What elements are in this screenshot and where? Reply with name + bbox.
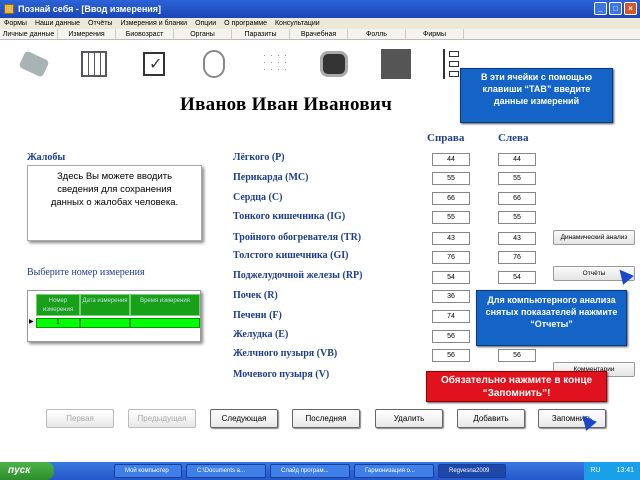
measurement-grid: ▶ Номер измерения Дата измерения Время и… [27, 290, 201, 342]
organ-label: Желчного пузыря (VB) [233, 348, 338, 359]
organ-label: Тройного обогревателя (TR) [233, 232, 362, 243]
tab-personal-data[interactable]: Личные данные [0, 29, 58, 39]
organ-label: Сердца (C) [233, 192, 283, 203]
parasites-icon[interactable] [258, 49, 290, 79]
column-left-header: Слева [498, 132, 529, 144]
menu-about[interactable]: О программе [224, 18, 267, 29]
grid-header-time: Время измерения [130, 294, 200, 316]
language-indicator[interactable]: RU [590, 462, 600, 480]
tab-voll[interactable]: Фолль [348, 29, 406, 39]
left-value-field[interactable]: 56 [498, 349, 536, 362]
left-value-field[interactable]: 55 [498, 211, 536, 224]
first-record-button[interactable]: Первая [46, 409, 114, 428]
organ-label: Почек (R) [233, 290, 278, 301]
tab-companies[interactable]: Фирмы [406, 29, 464, 39]
measurement-select-title: Выберите номер измерения [27, 267, 145, 278]
tab-parasites[interactable]: Паразиты [232, 29, 290, 39]
right-value-field[interactable]: 55 [432, 172, 470, 185]
last-record-button[interactable]: Последняя [292, 409, 360, 428]
reports-hint-callout: Для компьютерного анализа снятых показат… [476, 290, 627, 346]
grid-header-date: Дата измерения [80, 294, 130, 316]
complaints-title: Жалобы [27, 152, 66, 163]
right-value-field[interactable]: 43 [432, 232, 470, 245]
right-value-field[interactable]: 44 [432, 153, 470, 166]
organ-label: Лёгкого (P) [233, 152, 285, 163]
left-value-field[interactable]: 55 [498, 172, 536, 185]
right-value-field[interactable]: 76 [432, 251, 470, 264]
calendar-icon[interactable] [78, 49, 110, 79]
delete-button[interactable]: Удалить [375, 409, 443, 428]
right-value-field[interactable]: 56 [432, 330, 470, 343]
menu-forms[interactable]: Формы [4, 18, 27, 29]
row-selector-icon[interactable]: ▶ [29, 318, 35, 328]
minimize-button[interactable]: _ [594, 2, 607, 15]
save-hint-callout: Обязательно нажмите в конце “Запомнить”! [426, 371, 607, 402]
tab-measurements[interactable]: Измерения [58, 29, 116, 39]
right-value-field[interactable]: 74 [432, 310, 470, 323]
save-button[interactable]: Запомнить [538, 409, 606, 428]
dynamic-analysis-button[interactable]: Динамический анализ [553, 230, 635, 245]
organ-label: Тонкого кишечника (IG) [233, 211, 346, 222]
organ-label: Желудка (E) [233, 329, 289, 340]
menu-options[interactable]: Опции [195, 18, 216, 29]
menu-measurements[interactable]: Измерения и бланки [120, 18, 187, 29]
tab-hint-callout: В эти ячейки с помощью клавиши “TAB” вве… [460, 68, 613, 123]
menu-our-data[interactable]: Наши данные [35, 18, 80, 29]
menu-reports[interactable]: Отчёты [88, 18, 112, 29]
organ-label: Перикарда (МС) [233, 172, 309, 183]
right-value-field[interactable]: 55 [432, 211, 470, 224]
window-title: Познай себя - [Ввод измерения] [18, 4, 162, 14]
checklist-icon[interactable] [138, 49, 170, 79]
left-value-field[interactable]: 66 [498, 192, 536, 205]
organ-label: Печени (F) [233, 310, 282, 321]
organ-label: Поджелудочной железы (RP) [233, 270, 363, 281]
organ-label: Толстого кишечника (GI) [233, 250, 349, 261]
tab-organs[interactable]: Органы [174, 29, 232, 39]
organ-label: Мочевого пузыря (V) [233, 369, 330, 380]
grid-cell-number[interactable]: 1 [36, 318, 80, 328]
right-value-field[interactable]: 66 [432, 192, 470, 205]
taskbar: пуск Мой компьютер C:\Documents a... Сла… [0, 462, 640, 480]
usb-drive-icon[interactable] [18, 49, 50, 79]
grid-cell-time[interactable] [130, 318, 200, 328]
tab-bioage[interactable]: Биовозраст [116, 29, 174, 39]
person-name: Иванов Иван Иванович [180, 94, 393, 115]
menu-bar: Формы Наши данные Отчёты Измерения и бла… [0, 18, 640, 29]
system-tray: RU 13:41 [584, 462, 640, 480]
title-bar: Познай себя - [Ввод измерения] _ □ × [0, 0, 640, 18]
app-icon [4, 4, 14, 14]
next-record-button[interactable]: Следующая [210, 409, 278, 428]
left-value-field[interactable]: 44 [498, 153, 536, 166]
previous-record-button[interactable]: Предыдущая [128, 409, 196, 428]
close-button[interactable]: × [624, 2, 637, 15]
body-icon[interactable] [198, 49, 230, 79]
add-button[interactable]: Добавить [457, 409, 525, 428]
left-value-field[interactable]: 43 [498, 232, 536, 245]
tab-medical[interactable]: Врачебная [290, 29, 348, 39]
taskbar-item[interactable]: Слайд програм... [270, 464, 350, 478]
taskbar-item[interactable]: Гармонизация о... [354, 464, 434, 478]
maximize-button[interactable]: □ [609, 2, 622, 15]
brain-icon[interactable] [318, 49, 350, 79]
complaints-textarea[interactable]: Здесь Вы можете вводить сведения для сох… [27, 165, 202, 241]
start-button[interactable]: пуск [0, 462, 54, 480]
grid-cell-date[interactable] [80, 318, 130, 328]
texture-icon[interactable] [380, 49, 412, 79]
menu-consultations[interactable]: Консультации [275, 18, 320, 29]
taskbar-item[interactable]: Мой компьютер [114, 464, 182, 478]
taskbar-item[interactable]: Regvesna2009 [438, 464, 506, 478]
right-value-field[interactable]: 56 [432, 349, 470, 362]
column-right-header: Справа [427, 132, 465, 144]
grid-header-number: Номер измерения [36, 294, 80, 316]
left-value-field[interactable]: 54 [498, 271, 536, 284]
tab-bar: Личные данные Измерения Биовозраст Орган… [0, 29, 640, 40]
right-value-field[interactable]: 54 [432, 271, 470, 284]
left-value-field[interactable]: 76 [498, 251, 536, 264]
clock: 13:41 [616, 467, 634, 474]
taskbar-item[interactable]: C:\Documents a... [186, 464, 266, 478]
right-value-field[interactable]: 36 [432, 290, 470, 303]
